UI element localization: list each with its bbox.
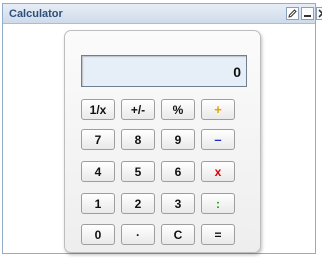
equals-button[interactable]: = bbox=[201, 224, 235, 245]
close-icon bbox=[318, 9, 322, 18]
digit-7-button[interactable]: 7 bbox=[81, 129, 115, 150]
negate-button[interactable]: +/- bbox=[121, 99, 155, 120]
multiply-button[interactable]: x bbox=[201, 161, 235, 182]
digit-3-button[interactable]: 3 bbox=[161, 193, 195, 214]
digit-9-button[interactable]: 9 bbox=[161, 129, 195, 150]
clear-button[interactable]: C bbox=[161, 224, 195, 245]
digit-6-button[interactable]: 6 bbox=[161, 161, 195, 182]
window-title: Calculator bbox=[9, 8, 63, 20]
minimize-icon bbox=[304, 15, 311, 17]
percent-button[interactable]: % bbox=[161, 99, 195, 120]
title-bar[interactable]: Calculator bbox=[3, 4, 322, 24]
minimize-button[interactable] bbox=[301, 7, 314, 20]
close-button[interactable] bbox=[316, 7, 322, 20]
subtract-button[interactable]: – bbox=[201, 129, 235, 150]
digit-5-button[interactable]: 5 bbox=[121, 161, 155, 182]
digit-4-button[interactable]: 4 bbox=[81, 161, 115, 182]
reciprocal-button[interactable]: 1/x bbox=[81, 99, 115, 120]
calculator-body: 0 1/x +/- % + 7 8 9 – 4 5 6 x 1 2 3 : 0 … bbox=[64, 30, 261, 253]
divide-button[interactable]: : bbox=[201, 193, 235, 214]
display-value: 0 bbox=[233, 64, 241, 80]
edit-button[interactable] bbox=[286, 7, 299, 20]
add-button[interactable]: + bbox=[201, 99, 235, 120]
digit-8-button[interactable]: 8 bbox=[121, 129, 155, 150]
digit-2-button[interactable]: 2 bbox=[121, 193, 155, 214]
decimal-point-button[interactable]: · bbox=[121, 224, 155, 245]
display-screen: 0 bbox=[81, 55, 247, 87]
digit-1-button[interactable]: 1 bbox=[81, 193, 115, 214]
pencil-icon bbox=[288, 9, 297, 18]
digit-0-button[interactable]: 0 bbox=[81, 224, 115, 245]
calculator-window: Calculator 0 1/x +/- % + 7 8 9 – 4 5 6 x… bbox=[2, 3, 322, 254]
